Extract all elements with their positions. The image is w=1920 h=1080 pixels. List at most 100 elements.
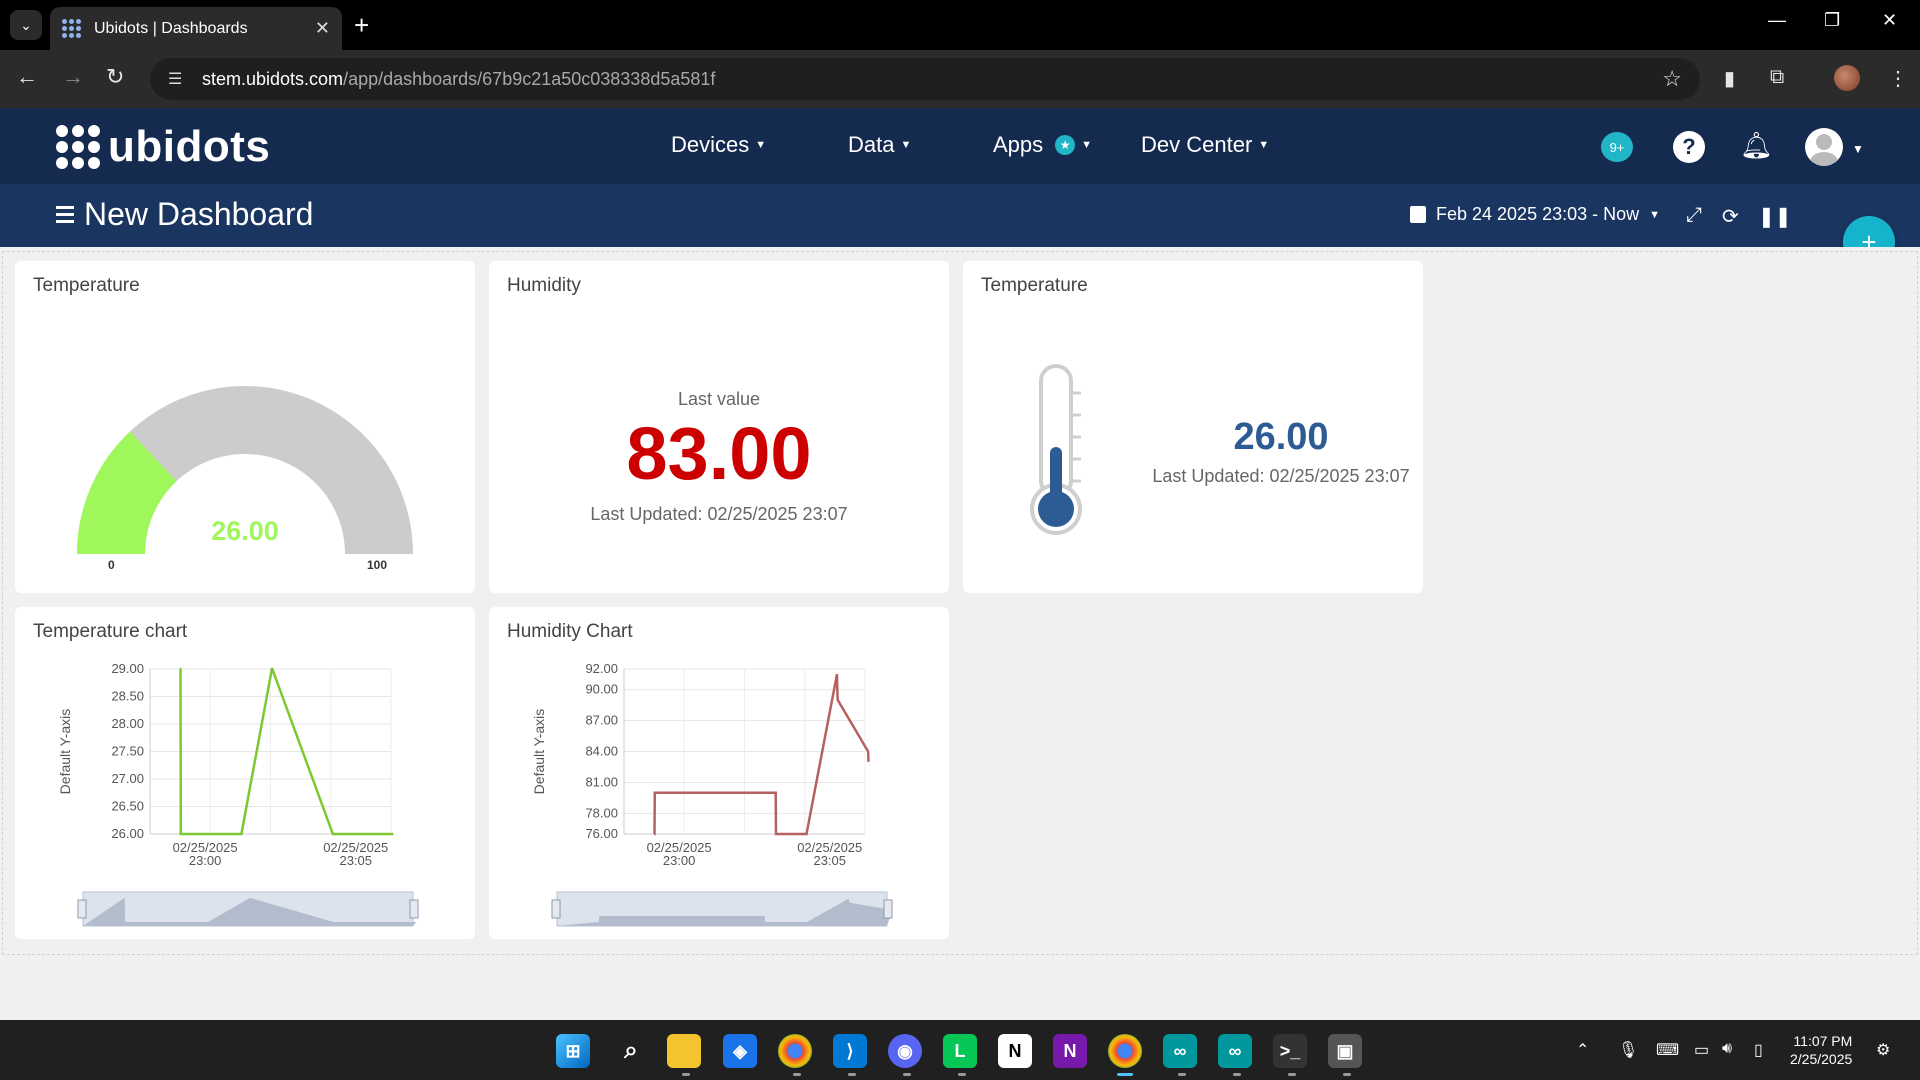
y-tick-label: 26.50 <box>111 799 144 814</box>
dashboard-title[interactable]: New Dashboard <box>84 196 313 233</box>
menu-data[interactable]: Data ▼ <box>848 132 911 158</box>
running-indicator <box>1233 1073 1241 1076</box>
extension-icon[interactable]: ▮ <box>1724 66 1735 91</box>
notion-icon[interactable]: N <box>998 1034 1032 1068</box>
chrome-icon[interactable] <box>778 1034 812 1068</box>
date-range-picker[interactable]: Feb 24 2025 23:03 - Now ▼ <box>1410 204 1660 225</box>
refresh-icon[interactable]: ⟳ <box>1722 204 1739 229</box>
gauge-min-label: 0 <box>108 558 115 572</box>
arduino-icon[interactable]: ∞ <box>1163 1034 1197 1068</box>
date-range-label: Feb 24 2025 23:03 - Now <box>1436 204 1640 224</box>
pause-icon[interactable]: ❚❚ <box>1758 204 1792 229</box>
ubidots-logo[interactable]: ubidots <box>56 122 270 172</box>
back-icon[interactable]: ← <box>16 64 38 90</box>
navigator-handle-left <box>77 899 87 919</box>
gauge-value: 26.00 <box>211 516 279 546</box>
widget-title: Humidity Chart <box>507 621 633 642</box>
browser-tab-active[interactable]: Ubidots | Dashboards ✕ <box>50 7 342 50</box>
system-clock[interactable]: 11:07 PM 2/25/2025 <box>1790 1032 1852 1068</box>
clock-date: 2/25/2025 <box>1790 1051 1853 1067</box>
windows-taskbar: ⊞ ⌕ ◈ ⟩ ◉ L N N ∞ ∞ >_ ▣ ⌃ 🎙︎ ⌨ ▭ 🔊︎ ▯ 1… <box>0 1020 1920 1080</box>
help-icon[interactable]: ? <box>1673 131 1705 163</box>
running-indicator <box>793 1073 801 1076</box>
vscode-icon[interactable]: ⟩ <box>833 1034 867 1068</box>
caret-down-icon: ▼ <box>1649 208 1661 221</box>
caret-down-icon: ▼ <box>1081 139 1093 151</box>
bookmark-star-icon[interactable]: ☆ <box>1662 66 1682 92</box>
browser-profile-avatar[interactable] <box>1834 65 1860 91</box>
y-axis-title: Default Y-axis <box>57 709 73 795</box>
metric-widget[interactable]: Humidity Last value 83.00 Last Updated: … <box>489 261 949 593</box>
temperature-line-chart[interactable]: 29.0028.5028.0027.5027.0026.5026.0002/25… <box>15 647 475 939</box>
temperature-chart-widget[interactable]: Temperature chart 29.00 28.50 28.00 27.50 27… <box>15 607 475 939</box>
notification-center-icon[interactable]: ⚙ <box>1876 1040 1890 1060</box>
discord-icon[interactable]: ◉ <box>888 1034 922 1068</box>
arduino-ide-icon[interactable]: ∞ <box>1218 1034 1252 1068</box>
hamburger-menu-icon[interactable] <box>56 206 74 227</box>
running-indicator <box>682 1073 690 1076</box>
running-indicator <box>903 1073 911 1076</box>
close-tab-icon[interactable]: ✕ <box>315 18 330 39</box>
minimize-icon[interactable]: — <box>1768 10 1786 31</box>
tab-list-button[interactable]: ⌄ <box>10 10 42 40</box>
running-indicator <box>1178 1073 1186 1076</box>
app-icon[interactable]: ▣ <box>1328 1034 1362 1068</box>
thermometer-icon <box>1030 364 1082 535</box>
running-indicator <box>1288 1073 1296 1076</box>
microphone-icon[interactable]: 🎙︎ <box>1618 1040 1638 1060</box>
reload-icon[interactable]: ↻ <box>106 64 124 90</box>
apps-star-badge-icon: ★ <box>1055 135 1076 155</box>
onenote-icon[interactable]: N <box>1053 1034 1087 1068</box>
widget-title: Humidity <box>507 275 581 296</box>
menu-dev-center[interactable]: Dev Center ▼ <box>1141 132 1269 158</box>
defender-icon[interactable]: ◈ <box>723 1034 757 1068</box>
y-tick-label: 84.00 <box>585 744 618 759</box>
dashboard-canvas: Temperature 26.00 0 100 Humidity Last va… <box>0 247 1920 1020</box>
browser-menu-icon[interactable]: ⋮ <box>1888 66 1908 91</box>
network-icon[interactable]: ▭ <box>1694 1040 1709 1060</box>
new-tab-button[interactable]: + <box>354 10 369 40</box>
chevron-up-icon[interactable]: ⌃ <box>1576 1040 1589 1060</box>
caret-down-icon: ▼ <box>1258 139 1270 151</box>
keyboard-icon[interactable]: ⌨ <box>1656 1040 1679 1060</box>
search-icon[interactable]: ⌕ <box>614 1034 648 1068</box>
logo-dots-icon <box>56 125 100 169</box>
y-tick-label: 29.00 <box>111 661 144 676</box>
y-tick-label: 76.00 <box>585 826 618 841</box>
gauge-widget[interactable]: Temperature 26.00 0 100 <box>15 261 475 593</box>
calendar-icon <box>1410 206 1426 223</box>
url-host: stem.ubidots.com <box>202 68 344 89</box>
navigator-handle-right <box>409 899 419 919</box>
battery-icon[interactable]: ▯ <box>1754 1040 1763 1060</box>
address-bar[interactable]: ☰ stem.ubidots.com/app/dashboards/67b9c2… <box>150 58 1700 100</box>
terminal-icon[interactable]: >_ <box>1273 1034 1307 1068</box>
fullscreen-icon[interactable]: ⤢ <box>1686 204 1702 227</box>
x-tick-time: 23:05 <box>339 853 372 868</box>
extensions-puzzle-icon[interactable]: ⧉ <box>1770 66 1784 89</box>
forward-icon[interactable]: → <box>62 64 84 90</box>
close-window-icon[interactable]: ✕ <box>1882 10 1897 31</box>
thermometer-widget[interactable]: Temperature 26.00 Last Updated: 02/25/20… <box>963 261 1423 593</box>
metric-value: 83.00 <box>626 412 812 495</box>
humidity-line-chart[interactable]: 92.0090.0087.0084.0081.0078.0076.0002/25… <box>489 647 949 939</box>
humidity-chart-widget[interactable]: Humidity Chart 92.00 90.00 87.00 84.00 81.00… <box>489 607 949 939</box>
menu-apps[interactable]: Apps ★ ▼ <box>993 132 1092 158</box>
line-icon[interactable]: L <box>943 1034 977 1068</box>
updates-badge[interactable]: 9+ <box>1601 132 1633 162</box>
start-icon[interactable]: ⊞ <box>556 1034 590 1068</box>
user-avatar[interactable] <box>1805 128 1843 166</box>
y-tick-label: 78.00 <box>585 805 618 820</box>
x-tick-time: 23:05 <box>813 853 846 868</box>
y-tick-label: 26.00 <box>111 826 144 841</box>
site-info-icon[interactable]: ☰ <box>168 69 188 89</box>
navigator-handle-left <box>551 899 561 919</box>
file-explorer-icon[interactable] <box>667 1034 701 1068</box>
restore-icon[interactable]: ❐ <box>1824 10 1840 31</box>
widget-title: Temperature <box>981 275 1088 296</box>
bell-icon[interactable]: 🔔︎ <box>1740 130 1773 161</box>
volume-icon[interactable]: 🔊︎ <box>1722 1040 1732 1058</box>
menu-devices[interactable]: Devices ▼ <box>671 132 766 158</box>
chrome-active-icon[interactable] <box>1108 1034 1142 1068</box>
dashboard-bar: New Dashboard Feb 24 2025 23:03 - Now ▼ … <box>0 184 1920 247</box>
avatar-caret-icon[interactable]: ▼ <box>1852 142 1864 156</box>
